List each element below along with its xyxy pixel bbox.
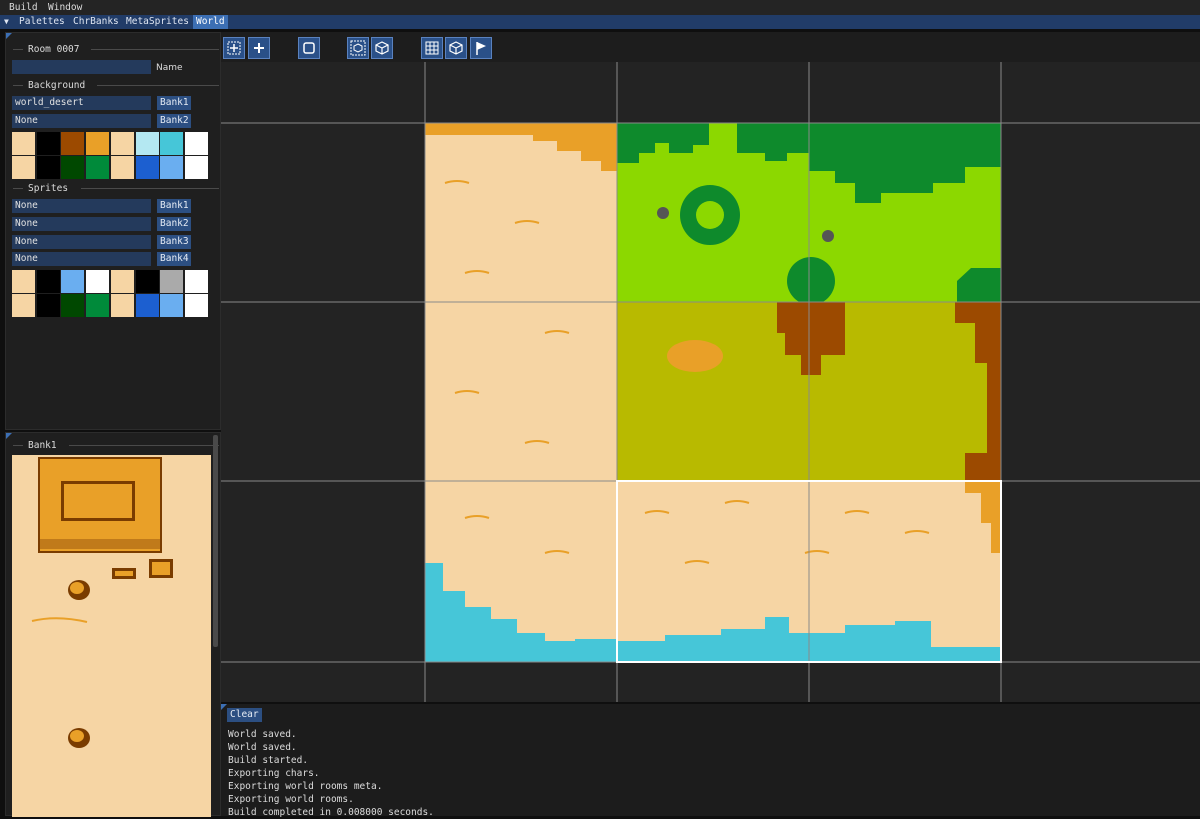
palette-swatch[interactable] [86, 132, 110, 155]
palette-swatch[interactable] [86, 156, 110, 179]
room-title: Room 0007 [28, 44, 80, 55]
palette-swatch[interactable] [160, 132, 184, 155]
palette-swatch[interactable] [36, 270, 60, 293]
tab-metasprites[interactable]: MetaSprites [123, 15, 192, 29]
palette-swatch[interactable] [61, 156, 85, 179]
collapse-arrow-icon[interactable]: ▼ [4, 15, 9, 29]
tab-bar: ▼ Palettes ChrBanks MetaSprites World [0, 15, 1200, 29]
room-name-label: Name [156, 63, 183, 73]
palette-swatch[interactable] [12, 294, 35, 317]
bank-header: Bank1 [13, 440, 219, 451]
palette-swatch[interactable] [61, 132, 85, 155]
background-header: Background [13, 80, 219, 91]
palette-swatch[interactable] [184, 156, 208, 179]
room-properties-panel: Room 0007 Name Background world_desert B… [5, 32, 221, 430]
log-line: Build completed in 0.008000 seconds. [228, 807, 434, 818]
palette-swatch[interactable] [160, 294, 184, 317]
select-move-icon[interactable] [223, 37, 245, 59]
sprite-bank4-button[interactable]: Bank4 [157, 252, 191, 266]
palette-swatch[interactable] [86, 270, 110, 293]
palette-swatch[interactable] [110, 156, 134, 179]
log-line: Exporting world rooms meta. [228, 781, 383, 792]
palette-swatch[interactable] [86, 294, 110, 317]
log-line: Build started. [228, 755, 309, 766]
object-cube-icon[interactable] [371, 37, 393, 59]
menu-window[interactable]: Window [48, 1, 82, 14]
menu-bar: Build Window [0, 0, 1200, 15]
sprites-header: Sprites [13, 183, 219, 194]
grid-icon[interactable] [421, 37, 443, 59]
sprites-title: Sprites [28, 183, 69, 194]
sprite-chr-select-2[interactable]: None [12, 217, 151, 231]
palette-swatch[interactable] [135, 294, 159, 317]
log-line: World saved. [228, 729, 297, 740]
palette-swatch[interactable] [160, 270, 184, 293]
room-header: Room 0007 [13, 44, 219, 55]
flag-icon[interactable] [470, 37, 492, 59]
object-cube-outline-icon[interactable] [347, 37, 369, 59]
sprite-bank1-button[interactable]: Bank1 [157, 199, 191, 213]
bg-chr-select-1[interactable]: world_desert [12, 96, 151, 110]
palette-swatch[interactable] [12, 132, 35, 155]
room-frame-icon[interactable] [298, 37, 320, 59]
console-panel: Clear World saved. World saved. Build st… [221, 704, 1200, 818]
room-name-input[interactable] [12, 60, 151, 74]
palette-swatch[interactable] [135, 156, 159, 179]
tab-palettes[interactable]: Palettes [16, 15, 68, 29]
world-rooms [425, 123, 1001, 662]
log-line: Exporting chars. [228, 768, 320, 779]
room-desert-middle[interactable] [425, 302, 617, 481]
palette-swatch[interactable] [61, 294, 85, 317]
sprite-bank2-button[interactable]: Bank2 [157, 217, 191, 231]
log-line: World saved. [228, 742, 297, 753]
palette-swatch[interactable] [12, 156, 35, 179]
sprite-chr-select-3[interactable]: None [12, 235, 151, 249]
chr-bank-panel: Bank1 [5, 432, 221, 817]
sprite-chr-select-4[interactable]: None [12, 252, 151, 266]
background-title: Background [28, 80, 86, 91]
palette-swatch[interactable] [184, 132, 208, 155]
world-map-canvas[interactable] [221, 62, 1200, 702]
window-corner-icon [6, 433, 12, 439]
cube-icon[interactable] [445, 37, 467, 59]
palette-swatch[interactable] [36, 156, 60, 179]
palette-swatch[interactable] [160, 156, 184, 179]
palette-swatch[interactable] [36, 294, 60, 317]
palette-swatch[interactable] [184, 294, 208, 317]
palette-swatch[interactable] [36, 132, 60, 155]
clear-button[interactable]: Clear [227, 708, 262, 722]
palette-swatch[interactable] [110, 270, 134, 293]
palette-swatch[interactable] [110, 132, 134, 155]
chr-tile-sheet[interactable] [12, 455, 211, 817]
palette-swatch[interactable] [135, 132, 159, 155]
bg-bank2-button[interactable]: Bank2 [157, 114, 191, 128]
tab-chrbanks[interactable]: ChrBanks [70, 15, 122, 29]
chr-panel-scrollbar[interactable] [213, 435, 218, 647]
log-line: Exporting world rooms. [228, 794, 354, 805]
bg-chr-select-2[interactable]: None [12, 114, 151, 128]
sprite-chr-select-1[interactable]: None [12, 199, 151, 213]
palette-swatch[interactable] [135, 270, 159, 293]
sprite-bank3-button[interactable]: Bank3 [157, 235, 191, 249]
add-icon[interactable] [248, 37, 270, 59]
bank-title: Bank1 [28, 440, 57, 451]
bg-bank1-button[interactable]: Bank1 [157, 96, 191, 110]
palette-swatch[interactable] [61, 270, 85, 293]
window-corner-icon [6, 33, 12, 39]
menu-build[interactable]: Build [9, 1, 38, 14]
palette-swatch[interactable] [184, 270, 208, 293]
palette-swatch[interactable] [12, 270, 35, 293]
tab-world[interactable]: World [193, 15, 228, 29]
palette-swatch[interactable] [110, 294, 134, 317]
